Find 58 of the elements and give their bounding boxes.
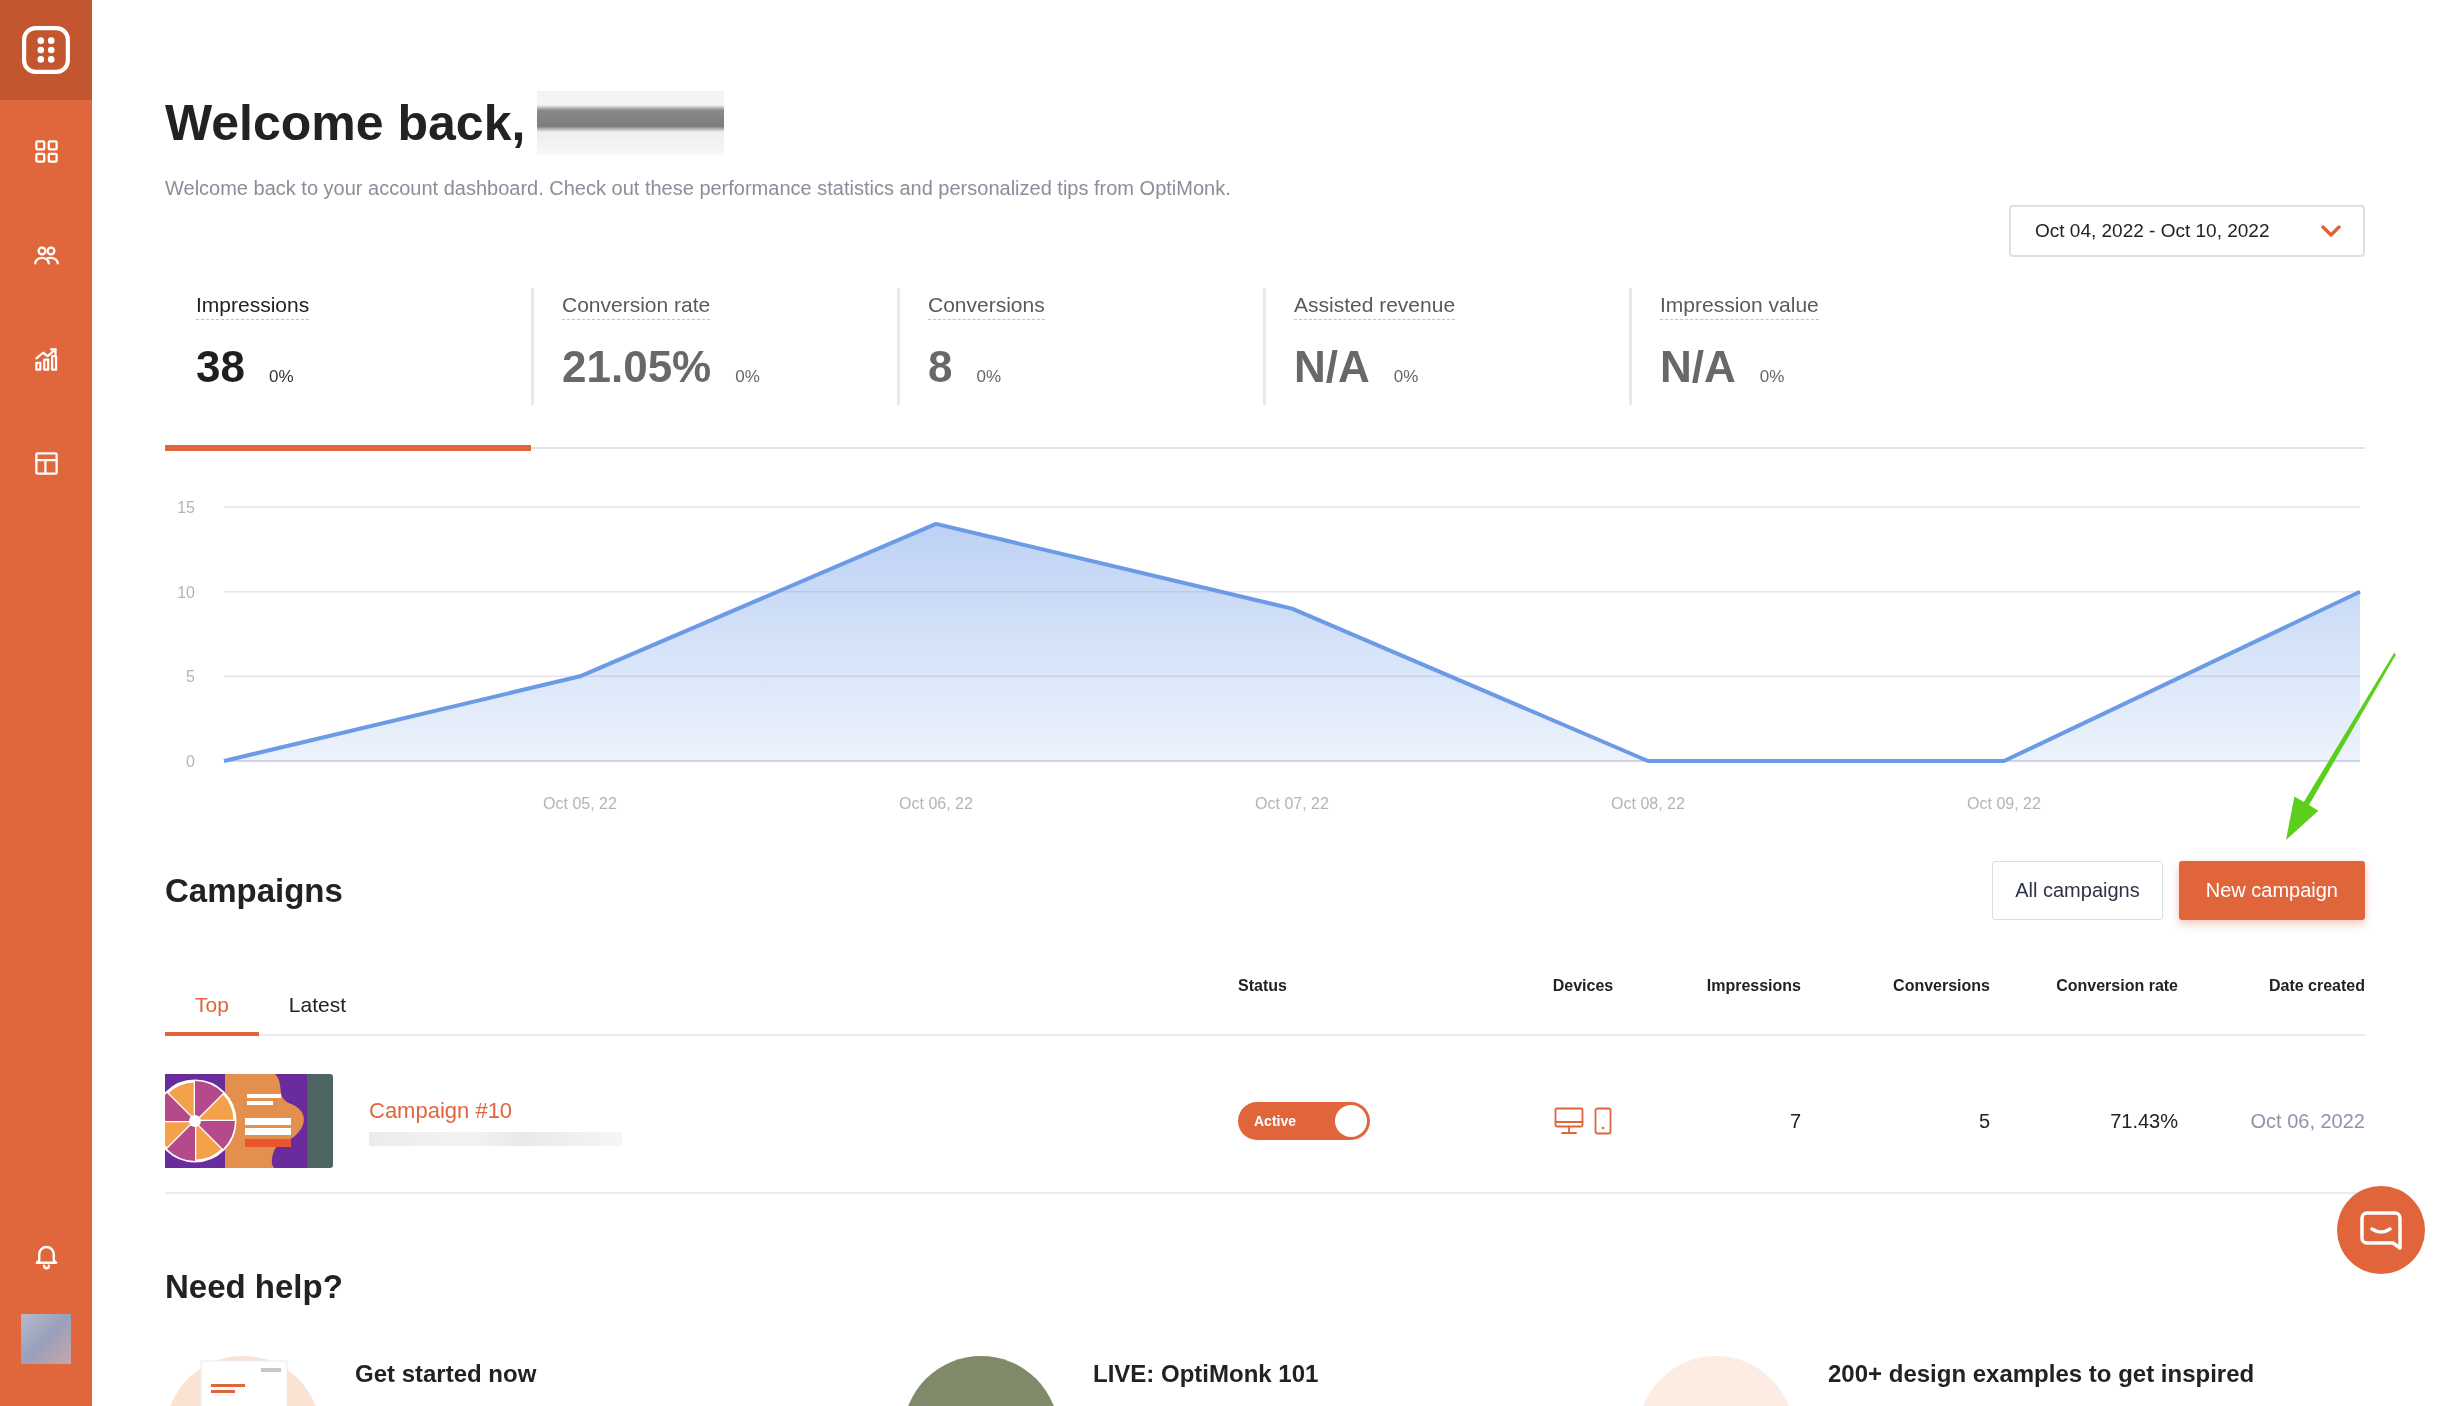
stat-change: 0% <box>735 367 760 387</box>
stat-change: 0% <box>976 367 1002 387</box>
axis-label: 10 <box>177 583 195 601</box>
column-header: Conversion rate <box>2056 977 2178 994</box>
column-header: Date created <box>2268 977 2365 994</box>
column-header: Status <box>1238 977 1287 994</box>
axis-label: Oct 07, 22 <box>1255 795 1329 812</box>
date-range-dropdown[interactable]: Oct 04, 2022 - Oct 10, 2022 <box>2009 205 2365 257</box>
chevron-down-icon <box>2321 225 2341 237</box>
stat-tab[interactable]: Conversion rate 21.05% 0% <box>531 288 897 451</box>
stat-change: 0% <box>1393 367 1419 387</box>
tab[interactable]: Latest <box>258 991 377 1036</box>
all-campaigns-button[interactable]: All campaigns <box>1992 861 2163 920</box>
stat-change: 0% <box>268 367 294 387</box>
stat-label: Impression value <box>1660 291 1819 320</box>
axis-label: Oct 06, 22 <box>899 795 973 812</box>
stat-change: 0% <box>1759 367 1785 387</box>
axis-label: Oct 08, 22 <box>1611 795 1685 812</box>
section-title: Campaigns <box>165 870 343 911</box>
toggle-knob[interactable] <box>1335 1105 1367 1137</box>
grid-icon[interactable] <box>32 138 60 165</box>
stat-tab[interactable]: Assisted revenue N/A 0% <box>1263 288 1629 451</box>
column-header: Impressions <box>1706 977 1801 994</box>
page-title: Welcome back, <box>165 94 526 153</box>
card-title[interactable]: 200+ design examples to get inspired <box>1828 1359 2255 1389</box>
stat-label: Impressions <box>196 291 310 320</box>
stat-tab[interactable]: Conversions 8 0% <box>897 288 1263 451</box>
axis-label: Oct 09, 22 <box>1967 795 2041 812</box>
axis-label: 15 <box>177 499 195 516</box>
card-title[interactable]: Get started now <box>355 1359 537 1389</box>
axis-label: 5 <box>186 668 195 686</box>
axis-label: Oct 05, 22 <box>543 795 617 812</box>
axis-label: 0 <box>186 753 195 770</box>
desktop-icon <box>1554 1107 1584 1135</box>
stat-value: 8 <box>928 342 953 392</box>
table-cell: Oct 06, 2022 <box>2250 1109 2365 1132</box>
mobile-phone-icon <box>1594 1107 1612 1135</box>
stat-value: N/A <box>1660 342 1736 392</box>
logo-icon[interactable] <box>21 25 71 75</box>
chat-icon[interactable] <box>2337 1186 2425 1274</box>
stat-label: Conversion rate <box>562 291 711 320</box>
stat-tab[interactable]: Impression value N/A 0% <box>1629 288 1995 451</box>
column-header: Devices <box>1552 977 1614 994</box>
stat-tab[interactable]: Impressions 38 0% <box>165 288 531 451</box>
stat-value: 38 <box>196 342 245 392</box>
stat-value: 21.05% <box>562 342 712 392</box>
table-cell: 7 <box>1789 1109 1801 1132</box>
chart-icon[interactable] <box>32 346 60 373</box>
stat-label: Conversions <box>928 291 1045 320</box>
card-title[interactable]: LIVE: OptiMonk 101 <box>1093 1359 1319 1389</box>
layout-icon[interactable] <box>32 450 60 477</box>
stat-label: Assisted revenue <box>1294 291 1456 320</box>
stat-value: N/A <box>1294 342 1370 392</box>
table-cell: 71.43% <box>2110 1109 2178 1132</box>
column-header: Conversions <box>1893 977 1990 994</box>
table-cell: 5 <box>1978 1109 1990 1132</box>
page-subtitle: Welcome back to your account dashboard. Check out these performance statistics and personalized tips from OptiMonk. <box>165 176 1231 200</box>
section-title: Need help? <box>165 1267 343 1307</box>
